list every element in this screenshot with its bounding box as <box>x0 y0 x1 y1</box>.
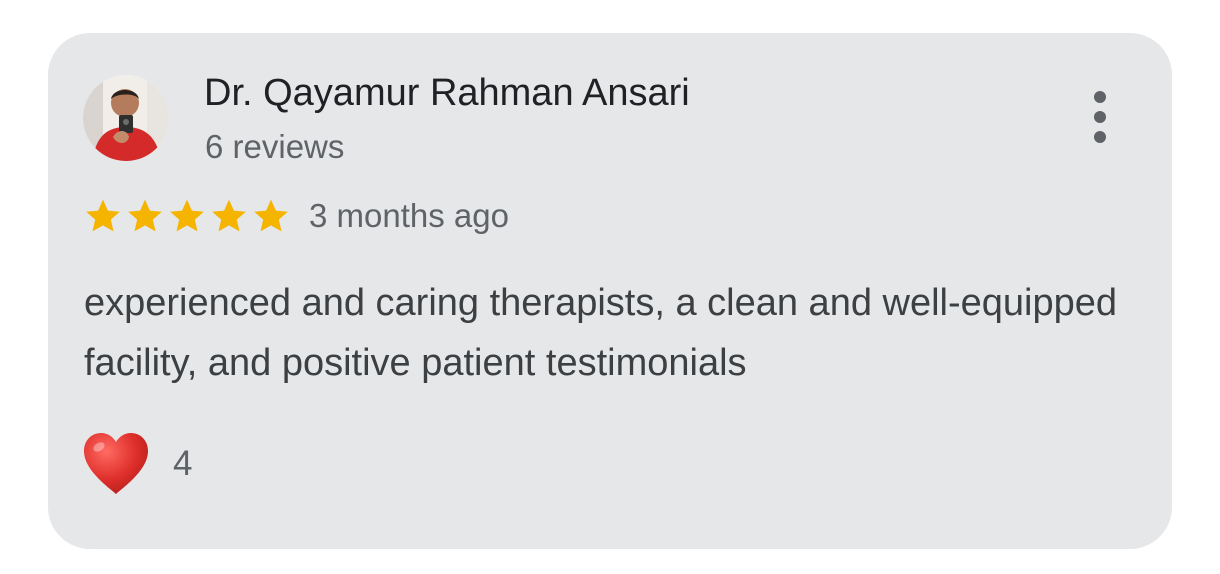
star-icon <box>86 199 120 232</box>
heart-icon[interactable] <box>81 431 151 497</box>
reviewer-name[interactable]: Dr. Qayamur Rahman Ansari <box>204 70 690 116</box>
review-timestamp: 3 months ago <box>309 197 509 234</box>
reviewer-review-count: 6 reviews <box>205 128 345 165</box>
avatar-photo <box>83 75 169 161</box>
rating-row: 3 months ago <box>83 196 509 236</box>
more-vertical-icon <box>1094 91 1106 103</box>
star-icon <box>212 199 246 232</box>
like-count: 4 <box>173 444 193 483</box>
star-icon <box>254 199 288 232</box>
review-text: experienced and caring therapists, a cle… <box>84 282 1118 384</box>
avatar[interactable] <box>83 75 169 161</box>
star-icon <box>128 199 162 232</box>
star-icon <box>170 199 204 232</box>
star-rating <box>83 196 293 236</box>
review-card: Dr. Qayamur Rahman Ansari 6 reviews 3 mo… <box>48 33 1172 549</box>
more-options-button[interactable] <box>1080 85 1120 149</box>
reaction-row: 4 <box>81 431 192 497</box>
